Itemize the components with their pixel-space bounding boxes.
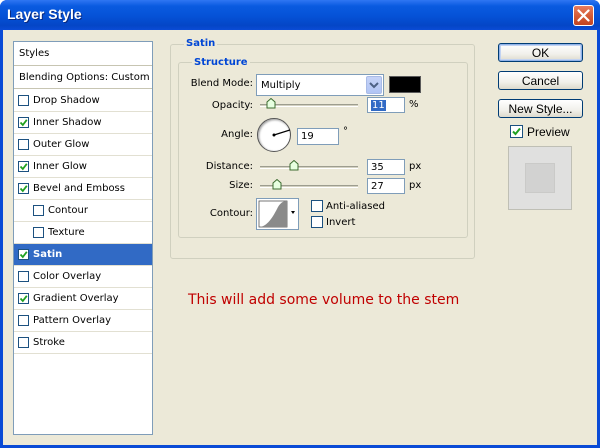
angle-dial[interactable] <box>257 118 291 152</box>
anti-aliased-label: Anti-aliased <box>326 201 386 212</box>
preview-swatch <box>525 163 555 193</box>
opacity-slider-thumb[interactable] <box>266 98 276 109</box>
style-item-label: Texture <box>48 227 85 238</box>
contour-picker[interactable] <box>256 198 299 230</box>
title-bar[interactable]: Layer Style <box>0 0 600 30</box>
angle-value: 19 <box>301 131 314 142</box>
blend-mode-label: Blend Mode: <box>190 78 253 89</box>
style-item-label: Drop Shadow <box>33 95 100 106</box>
style-item-checkbox[interactable] <box>18 337 29 348</box>
style-item-checkbox[interactable] <box>18 183 29 194</box>
style-item-inner-shadow[interactable]: Inner Shadow <box>14 112 152 134</box>
style-item-label: Contour <box>48 205 88 216</box>
distance-label: Distance: <box>205 161 253 172</box>
window-title: Layer Style <box>7 6 82 22</box>
style-item-checkbox[interactable] <box>33 205 44 216</box>
opacity-input[interactable]: 11 <box>367 97 405 113</box>
style-item-contour[interactable]: Contour <box>14 200 152 222</box>
style-item-texture[interactable]: Texture <box>14 222 152 244</box>
contour-curve-icon <box>258 200 295 228</box>
opacity-value: 11 <box>371 100 386 111</box>
distance-unit: px <box>409 161 422 172</box>
ok-button[interactable]: OK <box>498 43 583 62</box>
dropdown-arrow[interactable] <box>366 76 382 94</box>
style-item-label: Bevel and Emboss <box>33 183 125 194</box>
blend-mode-value: Multiply <box>261 80 301 91</box>
distance-input[interactable]: 35 <box>367 159 405 175</box>
blend-color-swatch[interactable] <box>389 76 421 93</box>
chevron-down-icon <box>369 82 379 89</box>
styles-list: Styles Blending Options: Custom Drop Sha… <box>13 41 153 435</box>
style-item-checkbox[interactable] <box>18 117 29 128</box>
checkmark-icon <box>19 251 28 259</box>
style-item-label: Stroke <box>33 337 65 348</box>
new-style-button[interactable]: New Style... <box>498 99 583 118</box>
distance-slider-track[interactable] <box>260 166 358 169</box>
cancel-button[interactable]: Cancel <box>498 71 583 90</box>
opacity-label: Opacity: <box>211 100 253 111</box>
preview-thumbnail <box>508 146 572 210</box>
contour-label: Contour: <box>209 208 253 219</box>
size-slider-thumb[interactable] <box>272 179 282 190</box>
dialog-body: Styles Blending Options: Custom Drop Sha… <box>3 30 597 445</box>
styles-header[interactable]: Styles <box>14 42 152 66</box>
size-value: 27 <box>371 181 384 192</box>
style-item-checkbox[interactable] <box>18 271 29 282</box>
satin-section-title: Satin <box>184 38 218 49</box>
invert-label: Invert <box>326 217 356 228</box>
style-item-outer-glow[interactable]: Outer Glow <box>14 134 152 156</box>
style-item-checkbox[interactable] <box>18 95 29 106</box>
size-unit: px <box>409 180 422 191</box>
anti-aliased-checkbox[interactable] <box>311 200 323 212</box>
style-item-label: Gradient Overlay <box>33 293 119 304</box>
style-item-satin[interactable]: Satin <box>14 244 152 266</box>
style-item-checkbox[interactable] <box>18 315 29 326</box>
style-item-checkbox[interactable] <box>18 293 29 304</box>
style-item-drop-shadow[interactable]: Drop Shadow <box>14 90 152 112</box>
angle-input[interactable]: 19 <box>297 128 339 145</box>
style-item-label: Pattern Overlay <box>33 315 112 326</box>
style-item-checkbox[interactable] <box>18 161 29 172</box>
checkmark-icon <box>19 163 28 171</box>
opacity-unit: % <box>409 99 419 110</box>
style-item-label: Color Overlay <box>33 271 102 282</box>
size-input[interactable]: 27 <box>367 178 405 194</box>
preview-checkbox[interactable] <box>510 125 523 138</box>
style-item-stroke[interactable]: Stroke <box>14 332 152 354</box>
style-item-label: Inner Shadow <box>33 117 102 128</box>
style-item-label: Outer Glow <box>33 139 90 150</box>
style-item-inner-glow[interactable]: Inner Glow <box>14 156 152 178</box>
style-item-checkbox[interactable] <box>33 227 44 238</box>
angle-unit: ° <box>343 126 348 137</box>
checkmark-icon <box>512 127 521 136</box>
blending-options-item[interactable]: Blending Options: Custom <box>14 67 152 89</box>
close-button[interactable] <box>573 5 594 26</box>
annotation-text: This will add some volume to the stem <box>188 292 460 308</box>
style-item-label: Inner Glow <box>33 161 87 172</box>
structure-title: Structure <box>192 57 250 68</box>
distance-value: 35 <box>371 162 384 173</box>
layer-style-dialog: Layer Style Styles Blending Options: Cus… <box>0 0 600 448</box>
style-item-color-overlay[interactable]: Color Overlay <box>14 266 152 288</box>
checkmark-icon <box>19 119 28 127</box>
checkmark-icon <box>19 185 28 193</box>
checkmark-icon <box>19 295 28 303</box>
style-item-pattern-overlay[interactable]: Pattern Overlay <box>14 310 152 332</box>
distance-slider-thumb[interactable] <box>289 160 299 171</box>
size-label: Size: <box>229 180 253 191</box>
style-item-checkbox[interactable] <box>18 139 29 150</box>
close-icon <box>577 9 590 22</box>
blend-mode-select[interactable]: Multiply <box>256 74 384 96</box>
invert-checkbox[interactable] <box>311 216 323 228</box>
style-item-label: Satin <box>33 249 63 260</box>
style-item-bevel-and-emboss[interactable]: Bevel and Emboss <box>14 178 152 200</box>
style-item-checkbox[interactable] <box>18 249 29 260</box>
preview-label: Preview <box>527 125 570 139</box>
angle-dial-needle <box>272 129 290 137</box>
angle-label: Angle: <box>221 129 253 140</box>
style-item-gradient-overlay[interactable]: Gradient Overlay <box>14 288 152 310</box>
